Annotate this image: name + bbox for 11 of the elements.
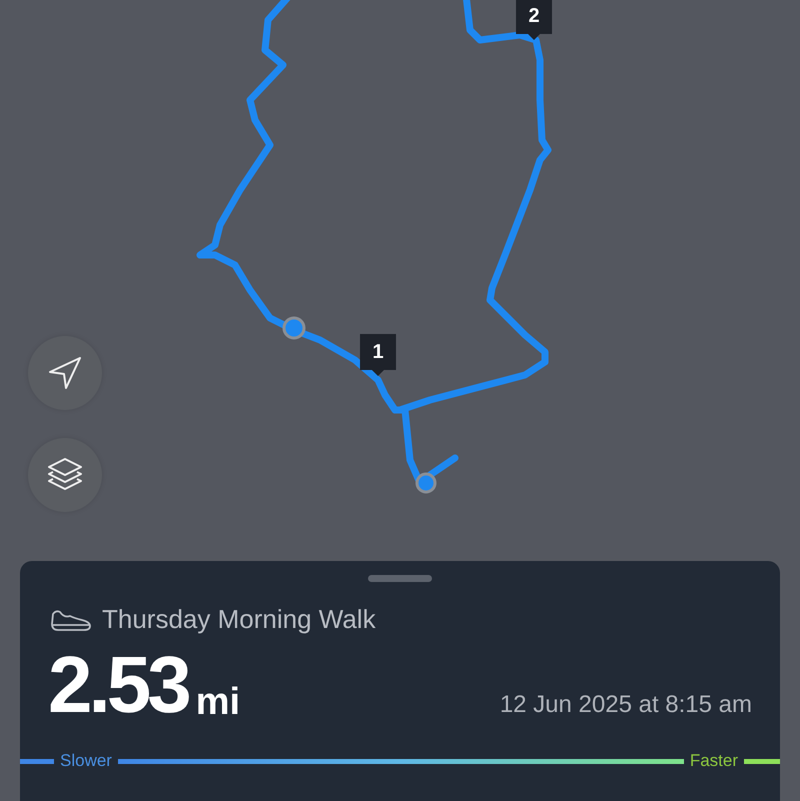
distance-value: 2.53 (48, 649, 188, 721)
split-marker[interactable]: 1 (360, 334, 396, 376)
shoe-icon (50, 608, 92, 632)
activity-date: 12 Jun 2025 at 8:15 am (500, 691, 752, 720)
drag-handle[interactable] (368, 575, 432, 582)
navigation-arrow-icon (48, 356, 82, 390)
activity-title: Thursday Morning Walk (102, 604, 376, 635)
distance-unit: mi (196, 683, 240, 721)
slower-label: Slower (60, 751, 112, 771)
split-marker[interactable]: 2 (516, 0, 552, 40)
faster-label: Faster (690, 751, 738, 771)
